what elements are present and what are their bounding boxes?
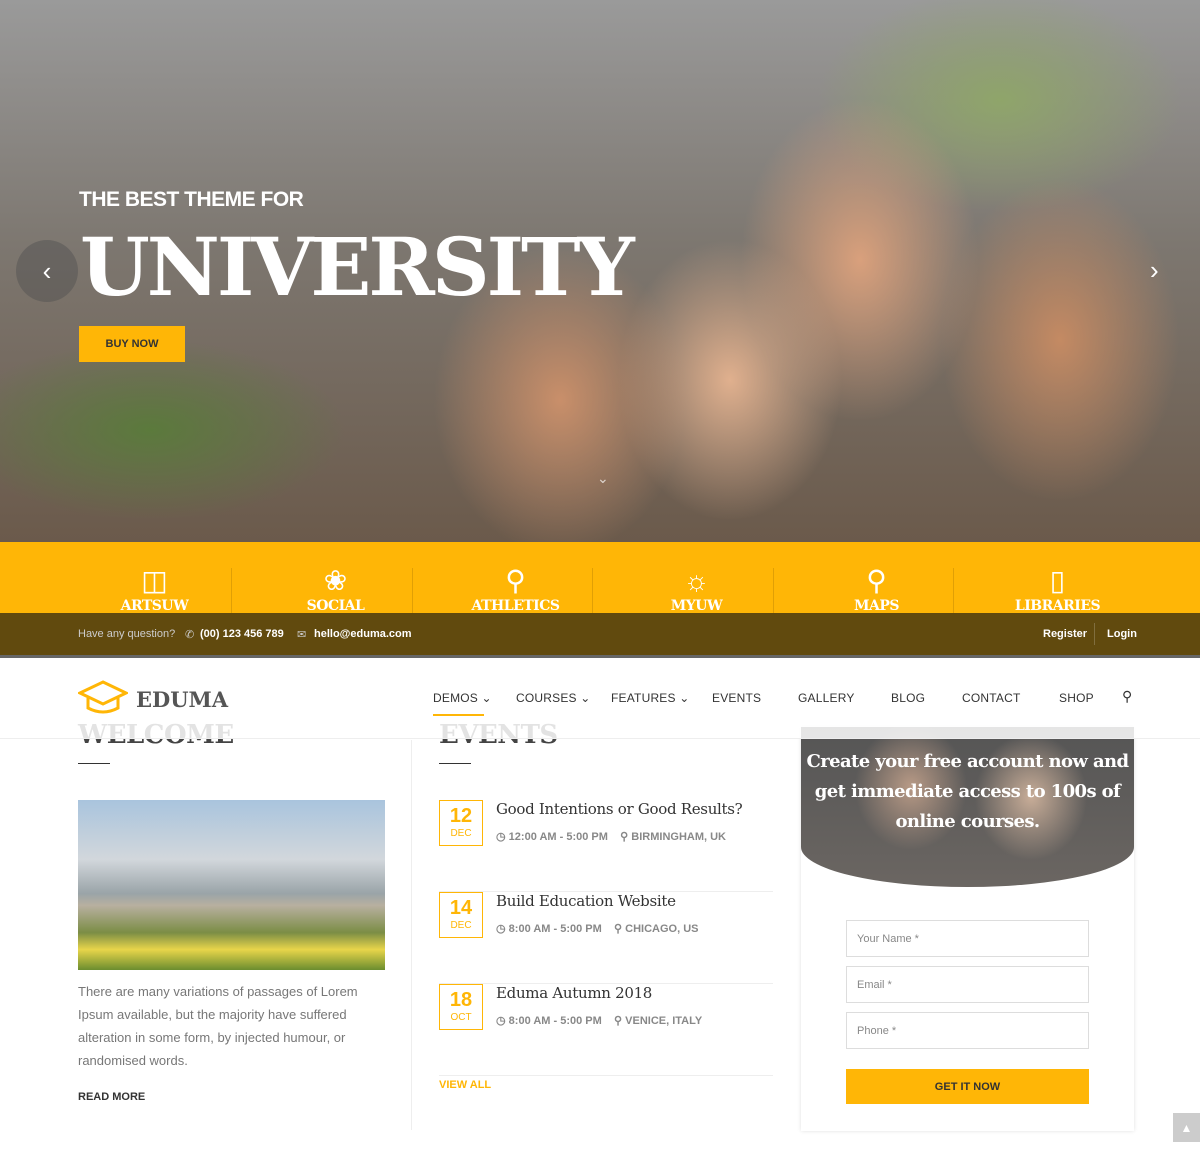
chevron-up-icon: ▲	[1180, 1120, 1193, 1135]
view-all-events-link[interactable]: VIEW ALL	[439, 1079, 491, 1091]
nav-gallery[interactable]: GALLERY	[798, 691, 855, 705]
event-date: 12 DEC	[439, 800, 483, 846]
phone-icon: ✆	[185, 629, 195, 641]
email-icon: ✉	[297, 629, 307, 641]
location-icon: ⚲	[614, 1015, 623, 1027]
nav-blog[interactable]: BLOG	[891, 691, 925, 705]
hero-subtitle: THE BEST THEME FOR	[79, 188, 304, 211]
top-bar: Have any question? ✆ (00) 123 456 789 ✉ …	[0, 613, 1200, 655]
divider	[78, 763, 110, 764]
event-item[interactable]: 12 DEC Good Intentions or Good Results? ◷…	[439, 800, 773, 892]
twitch-icon: ◫	[141, 565, 168, 596]
broken-link-icon: ❀	[323, 565, 348, 596]
event-title[interactable]: Build Education Website	[496, 892, 676, 910]
graduation-cap-icon	[78, 680, 128, 714]
nav-demos[interactable]: DEMOS ⌄	[433, 691, 492, 716]
prev-slide-icon[interactable]: ‹	[16, 240, 78, 302]
signup-card: Create your free account now and get imm…	[801, 727, 1134, 1131]
nav-contact[interactable]: CONTACT	[962, 691, 1021, 705]
read-more-link[interactable]: READ MORE	[78, 1091, 145, 1103]
phone-input[interactable]	[846, 1012, 1089, 1049]
trophy-icon: ⚲	[505, 565, 526, 596]
buy-now-button[interactable]: BUY NOW	[79, 326, 185, 362]
phone-link[interactable]: (00) 123 456 789	[200, 628, 284, 640]
get-it-now-button[interactable]: GET IT NOW	[846, 1069, 1089, 1104]
back-to-top-button[interactable]: ▲	[1173, 1113, 1200, 1142]
name-input[interactable]	[846, 920, 1089, 957]
email-input[interactable]	[846, 966, 1089, 1003]
event-title[interactable]: Good Intentions or Good Results?	[496, 800, 743, 818]
hero-slider: THE BEST THEME FOR UNIVERSITY BUY NOW ‹ …	[0, 0, 1200, 542]
event-date: 14 DEC	[439, 892, 483, 938]
hero-title: UNIVERSITY	[80, 220, 635, 314]
location-icon: ⚲	[620, 831, 629, 843]
book-icon: ▯	[1049, 565, 1066, 596]
divider	[439, 763, 471, 764]
logo[interactable]: EDUMA	[78, 680, 228, 718]
register-link[interactable]: Register	[1043, 628, 1087, 640]
nav-courses[interactable]: COURSES ⌄	[516, 691, 591, 705]
nav-shop[interactable]: SHOP	[1059, 691, 1094, 705]
clock-icon: ◷	[496, 923, 506, 935]
next-slide-icon[interactable]: ›	[1150, 255, 1159, 286]
quick-links-bar: ◫ ARTSUW ❀ SOCIAL ⚲ ATHLETICS ☼ MYUW ⚲ MAPS ▯…	[0, 542, 1200, 630]
clock-icon: ◷	[496, 831, 506, 843]
login-link[interactable]: Login	[1107, 628, 1137, 640]
nav-features[interactable]: FEATURES ⌄	[611, 691, 690, 705]
nav-events[interactable]: EVENTS	[712, 691, 761, 705]
clock-icon: ◷	[496, 1015, 506, 1027]
divider	[1094, 623, 1095, 645]
event-item[interactable]: 14 DEC Build Education Website ◷ 8:00 AM …	[439, 892, 773, 984]
signup-headline: Create your free account now and get imm…	[806, 751, 1130, 832]
event-title[interactable]: Eduma Autumn 2018	[496, 984, 652, 1002]
scroll-down-icon[interactable]: ⌄	[597, 470, 609, 487]
welcome-text: There are many variations of passages of…	[78, 984, 358, 1068]
email-link[interactable]: hello@eduma.com	[314, 628, 412, 640]
event-date: 18 OCT	[439, 984, 483, 1030]
question-label: Have any question?	[78, 628, 176, 640]
main-header: EDUMA DEMOS ⌄ COURSES ⌄ FEATURES ⌄ EVENT…	[0, 658, 1200, 739]
event-item[interactable]: 18 OCT Eduma Autumn 2018 ◷ 8:00 AM - 5:00…	[439, 984, 773, 1076]
divider	[411, 740, 412, 1130]
search-icon[interactable]: ⚲	[1122, 688, 1132, 705]
campus-image	[78, 800, 385, 970]
location-icon: ⚲	[614, 923, 623, 935]
sun-icon: ☼	[683, 565, 710, 596]
map-marker-icon: ⚲	[866, 565, 887, 596]
